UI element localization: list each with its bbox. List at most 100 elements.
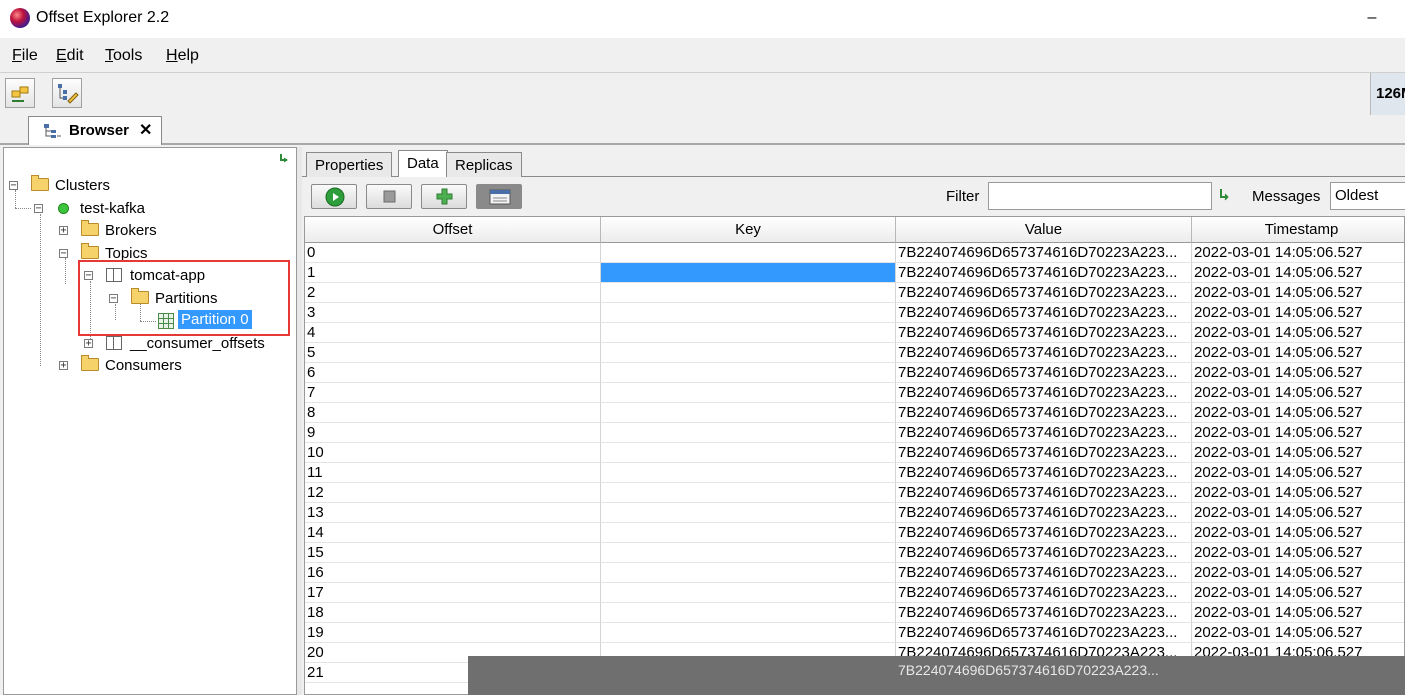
timestamp-cell[interactable]: 2022-03-01 14:05:06.527 (1192, 563, 1404, 583)
table-row[interactable]: 18 7B224074696D657374616D70223A223... 2022… (305, 603, 1404, 623)
table-row[interactable]: 17 7B224074696D657374616D70223A223... 2022… (305, 583, 1404, 603)
offset-cell[interactable]: 8 (305, 403, 601, 423)
table-row[interactable]: 19 7B224074696D657374616D70223A223... 2022… (305, 623, 1404, 643)
key-cell[interactable] (601, 623, 896, 643)
collapse-icon[interactable]: − (59, 249, 68, 259)
timestamp-cell[interactable]: 2022-03-01 14:05:06.527 (1192, 343, 1404, 363)
value-cell[interactable]: 7B224074696D657374616D70223A223... (896, 243, 1192, 263)
table-row[interactable]: 1 7B224074696D657374616D70223A223... 2022-… (305, 263, 1404, 283)
offset-cell[interactable]: 0 (305, 243, 601, 263)
value-cell[interactable]: 7B224074696D657374616D70223A223... (896, 443, 1192, 463)
tab-browser[interactable]: Browser ✕ (28, 116, 162, 145)
offset-cell[interactable]: 16 (305, 563, 601, 583)
offset-cell[interactable]: 11 (305, 463, 601, 483)
offset-cell[interactable]: 1 (305, 263, 601, 283)
apply-filter-arrow-icon[interactable] (1218, 188, 1232, 204)
offset-cell[interactable]: 4 (305, 323, 601, 343)
value-cell[interactable]: 7B224074696D657374616D70223A223... (896, 343, 1192, 363)
menu-edit[interactable]: Edit (56, 47, 84, 65)
value-cell[interactable]: 7B224074696D657374616D70223A223... (896, 383, 1192, 403)
key-cell[interactable] (601, 363, 896, 383)
key-cell[interactable] (601, 343, 896, 363)
timestamp-cell[interactable]: 2022-03-01 14:05:06.527 (1192, 623, 1404, 643)
offset-cell[interactable]: 14 (305, 523, 601, 543)
table-row[interactable]: 6 7B224074696D657374616D70223A223... 2022-… (305, 363, 1404, 383)
table-row[interactable]: 9 7B224074696D657374616D70223A223... 2022-… (305, 423, 1404, 443)
value-cell[interactable]: 7B224074696D657374616D70223A223... (896, 323, 1192, 343)
offset-cell[interactable]: 13 (305, 503, 601, 523)
value-cell[interactable]: 7B224074696D657374616D70223A223... (896, 463, 1192, 483)
key-cell[interactable] (601, 603, 896, 623)
timestamp-cell[interactable]: 2022-03-01 14:05:06.527 (1192, 363, 1404, 383)
expand-icon[interactable]: + (84, 339, 93, 349)
value-cell[interactable]: 7B224074696D657374616D70223A223... (896, 263, 1192, 283)
offset-cell[interactable]: 7 (305, 383, 601, 403)
offset-cell[interactable]: 17 (305, 583, 601, 603)
offset-cell[interactable]: 18 (305, 603, 601, 623)
value-cell[interactable]: 7B224074696D657374616D70223A223... (896, 543, 1192, 563)
value-cell[interactable]: 7B224074696D657374616D70223A223... (896, 583, 1192, 603)
table-row[interactable]: 10 7B224074696D657374616D70223A223... 2022… (305, 443, 1404, 463)
expand-icon[interactable]: + (59, 361, 68, 371)
key-cell[interactable] (601, 503, 896, 523)
timestamp-cell[interactable]: 2022-03-01 14:05:06.527 (1192, 263, 1404, 283)
table-row[interactable]: 2 7B224074696D657374616D70223A223... 2022-… (305, 283, 1404, 303)
value-cell[interactable]: 7B224074696D657374616D70223A223... (896, 563, 1192, 583)
timestamp-cell[interactable]: 2022-03-01 14:05:06.527 (1192, 243, 1404, 263)
value-cell[interactable]: 7B224074696D657374616D70223A223... (896, 303, 1192, 323)
table-row[interactable]: 3 7B224074696D657374616D70223A223... 2022-… (305, 303, 1404, 323)
value-cell[interactable]: 7B224074696D657374616D70223A223... (896, 623, 1192, 643)
offset-cell[interactable]: 9 (305, 423, 601, 443)
table-row[interactable]: 13 7B224074696D657374616D70223A223... 2022… (305, 503, 1404, 523)
value-cell[interactable]: 7B224074696D657374616D70223A223... (896, 363, 1192, 383)
offset-cell[interactable]: 2 (305, 283, 601, 303)
key-cell[interactable] (601, 463, 896, 483)
key-cell[interactable] (601, 323, 896, 343)
key-cell[interactable] (601, 543, 896, 563)
table-row[interactable]: 5 7B224074696D657374616D70223A223... 2022-… (305, 343, 1404, 363)
edit-tree-button[interactable] (52, 78, 82, 108)
column-header-key[interactable]: Key (601, 217, 896, 243)
view-settings-button[interactable] (476, 184, 522, 209)
tab-data[interactable]: Data (398, 150, 448, 177)
key-cell[interactable] (601, 443, 896, 463)
offset-cell[interactable]: 15 (305, 543, 601, 563)
minimize-button[interactable]: – (1358, 4, 1386, 32)
value-cell[interactable]: 7B224074696D657374616D70223A223... (896, 283, 1192, 303)
column-header-offset[interactable]: Offset (305, 217, 601, 243)
menu-file[interactable]: File (12, 47, 38, 65)
offset-cell[interactable]: 3 (305, 303, 601, 323)
tab-replicas[interactable]: Replicas (446, 152, 522, 177)
offset-cell[interactable]: 10 (305, 443, 601, 463)
timestamp-cell[interactable]: 2022-03-01 14:05:06.527 (1192, 303, 1404, 323)
menu-help[interactable]: Help (166, 47, 199, 65)
key-cell[interactable] (601, 263, 896, 283)
offset-cell[interactable]: 19 (305, 623, 601, 643)
key-cell[interactable] (601, 303, 896, 323)
value-cell[interactable]: 7B224074696D657374616D70223A223... (896, 403, 1192, 423)
timestamp-cell[interactable]: 2022-03-01 14:05:06.527 (1192, 463, 1404, 483)
timestamp-cell[interactable]: 2022-03-01 14:05:06.527 (1192, 583, 1404, 603)
table-row[interactable]: 12 7B224074696D657374616D70223A223... 2022… (305, 483, 1404, 503)
table-row[interactable]: 0 7B224074696D657374616D70223A223... 2022-… (305, 243, 1404, 263)
column-header-value[interactable]: Value (896, 217, 1192, 243)
key-cell[interactable] (601, 563, 896, 583)
timestamp-cell[interactable]: 2022-03-01 14:05:06.527 (1192, 603, 1404, 623)
menu-tools[interactable]: Tools (105, 47, 142, 65)
timestamp-cell[interactable]: 2022-03-01 14:05:06.527 (1192, 403, 1404, 423)
timestamp-cell[interactable]: 2022-03-01 14:05:06.527 (1192, 523, 1404, 543)
timestamp-cell[interactable]: 2022-03-01 14:05:06.527 (1192, 423, 1404, 443)
timestamp-cell[interactable]: 2022-03-01 14:05:06.527 (1192, 283, 1404, 303)
table-row[interactable]: 8 7B224074696D657374616D70223A223... 2022-… (305, 403, 1404, 423)
stop-button[interactable] (366, 184, 412, 209)
value-cell[interactable]: 7B224074696D657374616D70223A223... (896, 503, 1192, 523)
table-row[interactable]: 4 7B224074696D657374616D70223A223... 2022-… (305, 323, 1404, 343)
timestamp-cell[interactable]: 2022-03-01 14:05:06.527 (1192, 483, 1404, 503)
add-cluster-button[interactable] (5, 78, 35, 108)
offset-cell[interactable]: 5 (305, 343, 601, 363)
column-header-timestamp[interactable]: Timestamp (1192, 217, 1404, 243)
key-cell[interactable] (601, 483, 896, 503)
table-row[interactable]: 15 7B224074696D657374616D70223A223... 2022… (305, 543, 1404, 563)
value-cell[interactable]: 7B224074696D657374616D70223A223... (896, 523, 1192, 543)
key-cell[interactable] (601, 403, 896, 423)
